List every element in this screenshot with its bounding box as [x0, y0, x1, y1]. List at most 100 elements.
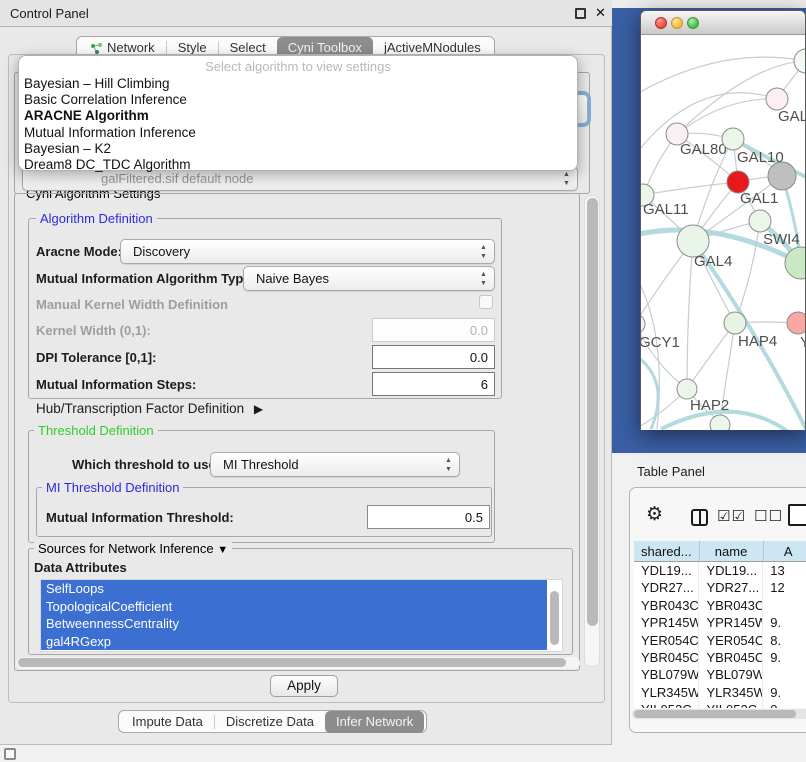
table-cell[interactable]: YDL19... — [634, 562, 699, 579]
table-cell[interactable]: YIL052C — [634, 701, 699, 708]
mi-steps-field[interactable]: 6 — [372, 372, 495, 396]
data-attribute-item[interactable]: TopologicalCoefficient — [41, 598, 547, 616]
tab-infer-network[interactable]: Infer Network — [325, 711, 424, 733]
table-cell[interactable]: YIL052C — [699, 701, 763, 708]
data-attribute-item[interactable]: gal4RGexp — [41, 633, 547, 651]
network-node[interactable] — [768, 162, 796, 190]
data-attribute-item[interactable]: BetweennessCentrality — [41, 615, 547, 633]
table-cell[interactable]: YLR345W — [699, 684, 763, 701]
algorithm-option[interactable]: Bayesian – Hill Climbing — [19, 76, 577, 92]
table-cell[interactable] — [763, 666, 806, 683]
table-row[interactable]: YBL079WYBL079W — [634, 666, 806, 683]
table-cell[interactable]: 8. — [763, 632, 806, 649]
network-node[interactable] — [794, 49, 805, 73]
table-cell[interactable]: 0. — [763, 701, 806, 708]
table-column-header[interactable]: shared... — [634, 541, 700, 562]
tab-discretize-data[interactable]: Discretize Data — [215, 711, 325, 733]
table-cell[interactable]: YBL079W — [634, 666, 699, 683]
table-row[interactable]: YBR043CYBR043C — [634, 597, 806, 614]
algorithm-option[interactable]: ARACNE Algorithm — [19, 108, 577, 124]
table-row[interactable]: YDL19...YDL19...13 — [634, 562, 806, 579]
dpi-tolerance-field[interactable]: 0.0 — [372, 345, 495, 369]
float-icon[interactable] — [575, 8, 586, 19]
kernel-width-field[interactable]: 0.0 — [372, 318, 495, 342]
network-canvas[interactable]: GAL7GAL80GAL10GAL1GAL11GAL4SWI4GCY1HAP4Y… — [641, 35, 805, 430]
network-node[interactable] — [641, 314, 645, 334]
network-node[interactable] — [766, 88, 788, 110]
table-cell[interactable]: YDL19... — [699, 562, 763, 579]
apply-button[interactable]: Apply — [270, 675, 338, 697]
tab-label: Impute Data — [132, 713, 203, 731]
table-cell[interactable]: YDR27... — [634, 579, 699, 596]
checked-boxes-icon[interactable]: ☑☑ — [717, 507, 746, 525]
unchecked-boxes-icon[interactable]: ☐☐ — [754, 507, 783, 525]
columns-icon[interactable] — [691, 509, 708, 526]
table-cell[interactable]: 9. — [763, 614, 806, 631]
algorithm-option[interactable]: Bayesian – K2 — [19, 141, 577, 157]
table-cell[interactable]: YBR045C — [699, 649, 763, 666]
network-node[interactable] — [722, 128, 744, 150]
table-cell[interactable] — [763, 597, 806, 614]
network-node[interactable] — [785, 247, 805, 279]
aracne-mode-combobox[interactable]: Discovery ▲▼ — [120, 239, 495, 264]
table-row[interactable]: YLR345WYLR345W9. — [634, 684, 806, 701]
table-cell[interactable]: YBR045C — [634, 649, 699, 666]
table-cell[interactable]: YBR043C — [634, 597, 699, 614]
node-label: SWI4 — [763, 231, 800, 248]
network-node[interactable] — [724, 312, 746, 334]
settings-scrollbar[interactable] — [584, 195, 600, 667]
cyni-bottom-tabbar: Impute Data Discretize Data Infer Networ… — [118, 710, 427, 733]
algorithm-dropdown-popup: Select algorithm to view settings Bayesi… — [18, 55, 578, 171]
algorithm-option[interactable]: Mutual Information Inference — [19, 125, 577, 141]
settings-hscrollbar[interactable] — [16, 657, 580, 669]
table-cell[interactable]: YPR145W — [634, 614, 699, 631]
attribute-list-scrollbar-thumb[interactable] — [550, 591, 559, 645]
table-row[interactable]: YER054CYER054C8. — [634, 632, 806, 649]
close-icon[interactable]: ✕ — [595, 5, 606, 21]
table-row[interactable]: YBR045CYBR045C9. — [634, 649, 806, 666]
table-cell[interactable]: YLR345W — [634, 684, 699, 701]
table-hscrollbar[interactable] — [632, 709, 806, 719]
which-threshold-combobox[interactable]: MI Threshold ▲▼ — [210, 452, 460, 477]
network-node[interactable] — [677, 379, 697, 399]
table-cell[interactable]: YBL079W — [699, 666, 763, 683]
algorithm-option[interactable]: Basic Correlation Inference — [19, 92, 577, 108]
hub-section-header[interactable]: Hub/Transcription Factor Definition ▶ — [36, 401, 263, 416]
data-attribute-item[interactable]: SelfLoops — [41, 580, 547, 598]
settings-hscrollbar-thumb[interactable] — [18, 658, 566, 667]
table-column-header[interactable]: name — [700, 541, 764, 562]
window-zoom-button[interactable] — [687, 17, 699, 29]
docked-panel-icon[interactable] — [4, 748, 16, 760]
table-cell[interactable]: 9. — [763, 684, 806, 701]
table-cell[interactable]: YER054C — [634, 632, 699, 649]
table-row[interactable]: YPR145WYPR145W9. — [634, 614, 806, 631]
table-cell[interactable]: 9. — [763, 649, 806, 666]
window-minimize-button[interactable] — [671, 17, 683, 29]
table-cell[interactable]: YPR145W — [699, 614, 763, 631]
network-node[interactable] — [710, 415, 730, 430]
network-node[interactable] — [749, 210, 771, 232]
table-cell[interactable]: 13 — [763, 562, 806, 579]
table-column-header[interactable]: A — [764, 541, 806, 562]
table-cell[interactable]: 12 — [763, 579, 806, 596]
tab-impute-data[interactable]: Impute Data — [121, 711, 214, 733]
table-row[interactable]: YDR27...YDR27...12 — [634, 579, 806, 596]
gear-icon[interactable]: ⚙ — [646, 505, 663, 524]
table-cell[interactable]: YDR27... — [699, 579, 763, 596]
mi-type-combobox[interactable]: Naive Bayes ▲▼ — [243, 266, 495, 291]
page-icon[interactable] — [788, 504, 806, 526]
algorithm-option[interactable]: Dream8 DC_TDC Algorithm — [19, 157, 577, 173]
window-close-button[interactable] — [655, 17, 667, 29]
table-panel-title: Table Panel — [637, 464, 705, 479]
collapse-icon[interactable]: ▼ — [217, 544, 228, 556]
manual-kernel-checkbox[interactable] — [479, 295, 493, 309]
table-cell[interactable]: YBR043C — [699, 597, 763, 614]
mi-threshold-field[interactable]: 0.5 — [367, 505, 490, 529]
table-hscrollbar-thumb[interactable] — [634, 710, 796, 718]
expand-icon[interactable]: ▶ — [254, 402, 263, 416]
table-cell[interactable]: YER054C — [699, 632, 763, 649]
network-node[interactable] — [787, 312, 805, 334]
table-header: shared...nameA — [634, 541, 806, 562]
table-row[interactable]: YIL052CYIL052C0. — [634, 701, 806, 708]
settings-scrollbar-thumb[interactable] — [587, 198, 598, 626]
